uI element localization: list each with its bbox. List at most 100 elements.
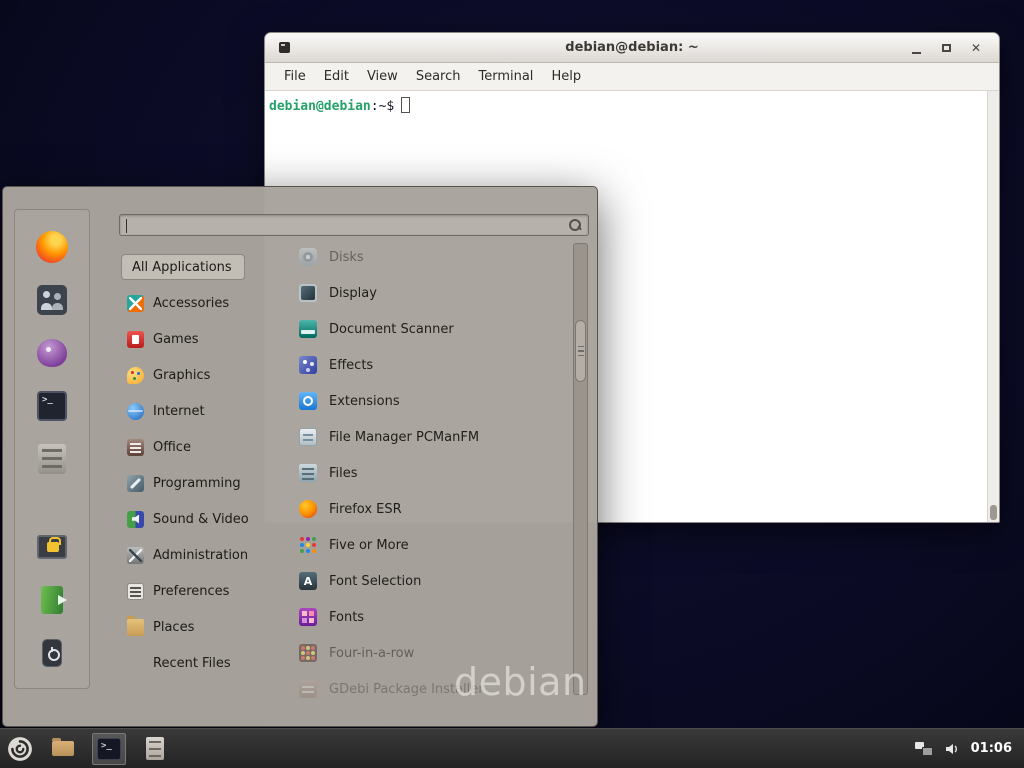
taskbar: 01:06 xyxy=(0,728,1024,768)
favorite-files-button[interactable] xyxy=(28,442,76,476)
volume-icon[interactable] xyxy=(944,741,960,757)
shut-down-button[interactable] xyxy=(28,636,76,670)
search-input[interactable] xyxy=(120,215,568,235)
file-cabinet-icon xyxy=(38,444,66,474)
taskbar-files-button[interactable] xyxy=(138,733,172,765)
graphics-icon xyxy=(127,367,144,384)
app-effects[interactable]: Effects xyxy=(291,347,573,383)
fonts-icon xyxy=(299,608,317,626)
app-firefox-esr[interactable]: Firefox ESR xyxy=(291,491,573,527)
files-icon xyxy=(146,737,164,760)
maximize-button[interactable] xyxy=(931,35,961,61)
app-file-manager-pcmanfm[interactable]: File Manager PCManFM xyxy=(291,419,573,455)
category-all-applications[interactable]: All Applications xyxy=(121,254,245,280)
menu-terminal[interactable]: Terminal xyxy=(469,66,542,87)
app-label: Display xyxy=(329,286,377,301)
menu-help[interactable]: Help xyxy=(542,66,590,87)
font-selection-icon xyxy=(299,572,317,590)
application-menu: All Applications Accessories Games Graph… xyxy=(2,186,598,727)
terminal-scrollbar-thumb[interactable] xyxy=(990,505,997,520)
search-box[interactable] xyxy=(119,214,589,236)
category-administration[interactable]: Administration xyxy=(121,537,273,573)
category-sound-video[interactable]: Sound & Video xyxy=(121,501,273,537)
shut-down-icon xyxy=(42,639,62,667)
category-label: Accessories xyxy=(153,296,229,311)
folder-icon xyxy=(52,741,74,756)
app-font-selection[interactable]: Font Selection xyxy=(291,563,573,599)
disks-icon xyxy=(299,248,317,266)
search-icon xyxy=(568,218,582,232)
menu-view[interactable]: View xyxy=(358,66,407,87)
accessories-icon xyxy=(127,295,144,312)
app-label: Four-in-a-row xyxy=(329,646,414,661)
category-graphics[interactable]: Graphics xyxy=(121,357,273,393)
app-label: Font Selection xyxy=(329,574,421,589)
administration-icon xyxy=(127,547,144,564)
search-caret xyxy=(126,219,127,233)
app-label: Document Scanner xyxy=(329,322,454,337)
category-office[interactable]: Office xyxy=(121,429,273,465)
terminal-title: debian@debian: ~ xyxy=(265,40,999,55)
document-scanner-icon xyxy=(299,320,317,338)
purple-bird-icon xyxy=(37,339,67,367)
category-label: Recent Files xyxy=(153,656,231,671)
taskbar-terminal-button[interactable] xyxy=(92,733,126,765)
sound-video-icon xyxy=(127,511,144,528)
application-list: Disks Display Document Scanner Effects E… xyxy=(291,239,573,699)
menu-file[interactable]: File xyxy=(275,66,315,87)
files-icon xyxy=(299,464,317,482)
four-in-a-row-icon xyxy=(299,644,317,662)
games-icon xyxy=(127,331,144,348)
five-or-more-icon xyxy=(299,536,317,554)
favorite-terminal-button[interactable] xyxy=(28,389,76,423)
app-label: Effects xyxy=(329,358,373,373)
category-label: Games xyxy=(153,332,198,347)
category-programming[interactable]: Programming xyxy=(121,465,273,501)
menu-edit[interactable]: Edit xyxy=(315,66,358,87)
terminal-scrollbar[interactable] xyxy=(987,91,999,522)
app-fonts[interactable]: Fonts xyxy=(291,599,573,635)
window-controls: ✕ xyxy=(901,33,991,63)
category-recent-files[interactable]: Recent Files xyxy=(121,645,273,681)
favorite-users-button[interactable] xyxy=(28,283,76,317)
lock-screen-button[interactable] xyxy=(28,530,76,564)
firefox-icon xyxy=(299,500,317,518)
close-button[interactable]: ✕ xyxy=(961,35,991,61)
maximize-icon xyxy=(942,44,951,52)
category-games[interactable]: Games xyxy=(121,321,273,357)
clock[interactable]: 01:06 xyxy=(971,741,1012,756)
app-display[interactable]: Display xyxy=(291,275,573,311)
terminal-titlebar[interactable]: debian@debian: ~ ✕ xyxy=(265,33,999,63)
menu-search[interactable]: Search xyxy=(407,66,470,87)
category-label: Office xyxy=(153,440,191,455)
app-five-or-more[interactable]: Five or More xyxy=(291,527,573,563)
network-icon[interactable] xyxy=(915,742,933,756)
category-label: All Applications xyxy=(132,260,232,275)
favorite-firefox-button[interactable] xyxy=(28,230,76,264)
app-label: Extensions xyxy=(329,394,400,409)
category-preferences[interactable]: Preferences xyxy=(121,573,273,609)
category-places[interactable]: Places xyxy=(121,609,273,645)
system-tray: 01:06 xyxy=(915,741,1016,757)
app-four-in-a-row[interactable]: Four-in-a-row xyxy=(291,635,573,671)
category-internet[interactable]: Internet xyxy=(121,393,273,429)
apps-scrollbar[interactable] xyxy=(573,243,588,695)
apps-scrollbar-thumb[interactable] xyxy=(575,320,586,382)
log-out-button[interactable] xyxy=(28,583,76,617)
taskbar-menu-button[interactable] xyxy=(4,733,36,765)
category-accessories[interactable]: Accessories xyxy=(121,285,273,321)
category-label: Administration xyxy=(153,548,248,563)
app-files[interactable]: Files xyxy=(291,455,573,491)
app-document-scanner[interactable]: Document Scanner xyxy=(291,311,573,347)
app-label: Disks xyxy=(329,250,364,265)
desktop: debian@debian: ~ ✕ File Edit View Search… xyxy=(0,0,1024,768)
category-label: Preferences xyxy=(153,584,229,599)
terminal-cursor xyxy=(401,97,410,113)
favorite-messenger-button[interactable] xyxy=(28,336,76,370)
taskbar-file-manager-button[interactable] xyxy=(46,733,80,765)
app-gdebi-package-installer[interactable]: GDebi Package Installer xyxy=(291,671,573,699)
app-disks[interactable]: Disks xyxy=(291,239,573,275)
minimize-button[interactable] xyxy=(901,35,931,61)
category-label: Internet xyxy=(153,404,205,419)
app-extensions[interactable]: Extensions xyxy=(291,383,573,419)
